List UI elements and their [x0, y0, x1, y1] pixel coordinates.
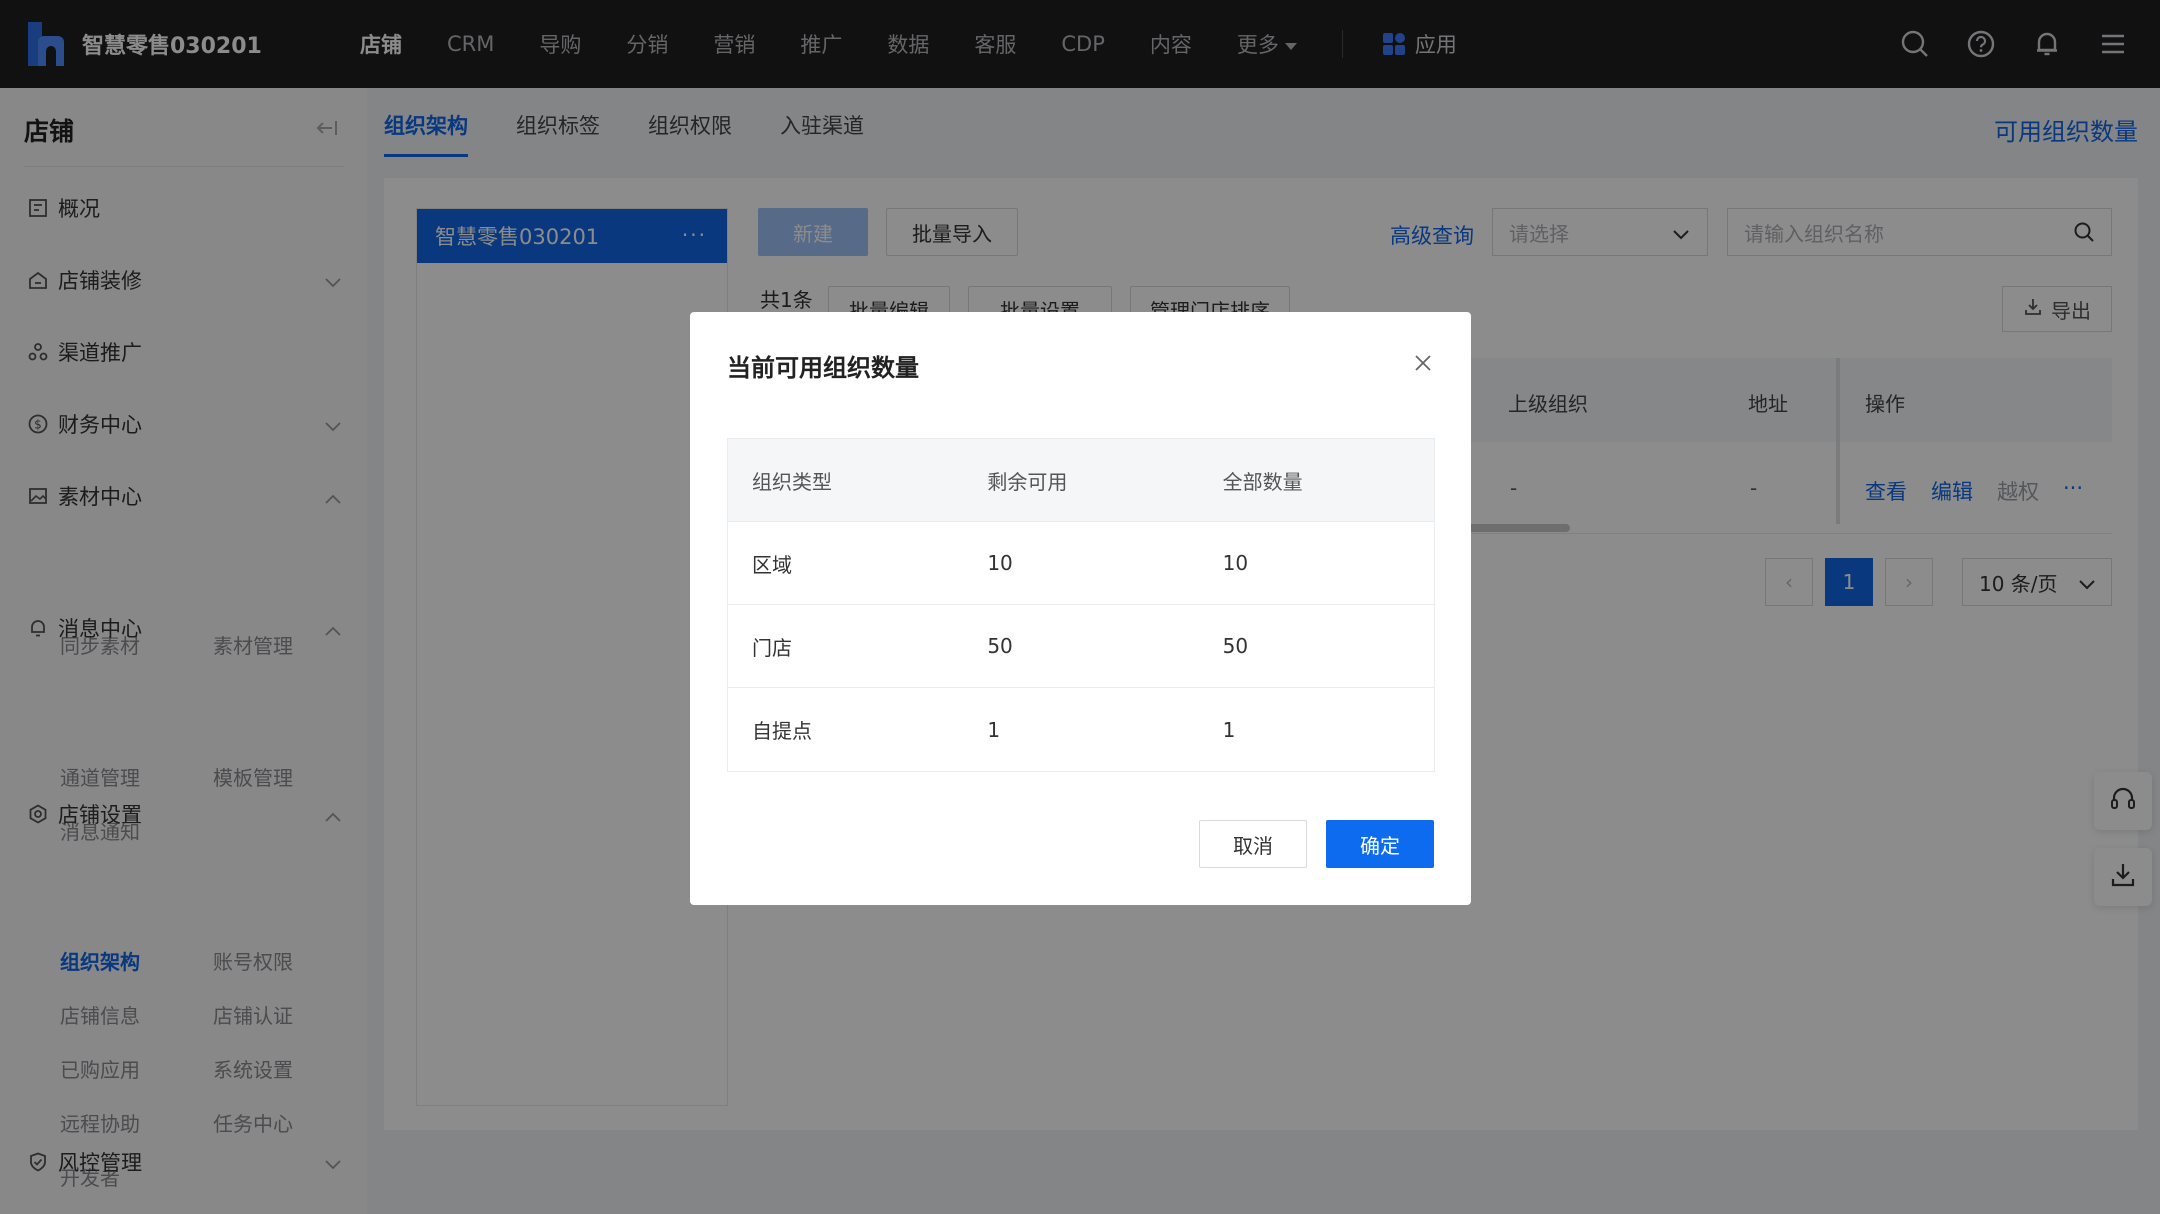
column-remaining: 剩余可用 — [987, 469, 1068, 494]
table-header-row: 组织类型 剩余可用 全部数量 — [728, 439, 1434, 522]
column-org-type: 组织类型 — [752, 469, 832, 494]
cell-total: 10 — [1222, 551, 1249, 575]
table-row: 门店 50 50 — [728, 605, 1434, 688]
cell-total: 50 — [1222, 634, 1249, 658]
column-total: 全部数量 — [1222, 469, 1303, 494]
table-row: 区域 10 10 — [728, 522, 1434, 605]
confirm-button[interactable]: 确定 — [1326, 820, 1434, 868]
cancel-button[interactable]: 取消 — [1199, 820, 1307, 868]
modal-title: 当前可用组织数量 — [727, 354, 919, 382]
available-org-count-modal: 当前可用组织数量 组织类型 剩余可用 全部数量 区域 10 10 门店 50 5… — [690, 312, 1471, 905]
close-icon[interactable] — [1408, 348, 1438, 378]
cell-org-type: 区域 — [752, 552, 792, 577]
cell-remaining: 50 — [987, 634, 1013, 658]
cell-org-type: 门店 — [752, 635, 792, 660]
cell-remaining: 1 — [987, 717, 1001, 742]
cell-total: 1 — [1222, 717, 1236, 742]
org-count-table: 组织类型 剩余可用 全部数量 区域 10 10 门店 50 50 自提点 1 1 — [727, 438, 1435, 772]
cell-remaining: 10 — [987, 551, 1013, 575]
table-row: 自提点 1 1 — [728, 688, 1434, 771]
cell-org-type: 自提点 — [752, 719, 812, 743]
